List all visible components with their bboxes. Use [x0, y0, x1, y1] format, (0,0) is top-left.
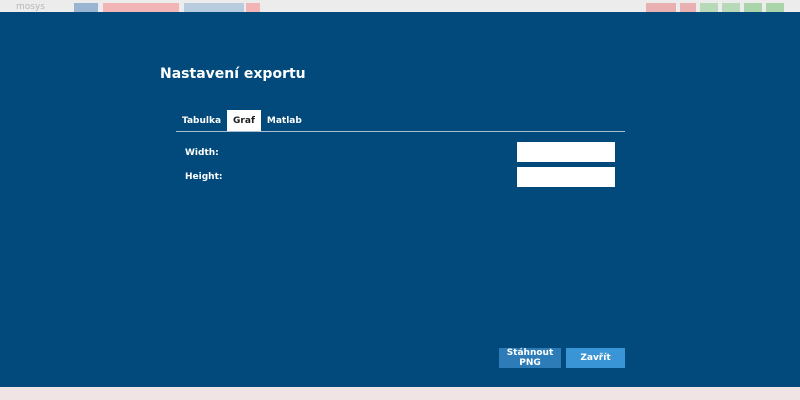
background-button [246, 3, 260, 12]
background-logo: mosys [16, 2, 45, 12]
height-input[interactable] [517, 167, 615, 187]
background-icon [766, 3, 784, 12]
background-toolbar: mosys [0, 0, 800, 12]
export-tabs: Tabulka Graf Matlab [176, 110, 625, 132]
tab-matlab[interactable]: Matlab [261, 110, 308, 131]
background-icon [722, 3, 740, 12]
width-input[interactable] [517, 142, 615, 162]
background-button [74, 3, 98, 12]
background-footer [0, 387, 800, 400]
width-label: Width: [185, 148, 219, 158]
background-icon [700, 3, 718, 12]
background-button [184, 3, 244, 12]
background-icon [680, 3, 696, 12]
download-png-button[interactable]: Stáhnout PNG [499, 348, 561, 368]
dialog-title: Nastavení exportu [160, 66, 306, 82]
height-label: Height: [185, 172, 223, 182]
background-icon [744, 3, 762, 12]
background-button [103, 3, 179, 12]
background-icon [646, 3, 676, 12]
tab-table[interactable]: Tabulka [176, 110, 227, 131]
close-button[interactable]: Zavřít [566, 348, 625, 368]
tab-chart[interactable]: Graf [227, 110, 261, 131]
export-settings-dialog: Nastavení exportu Tabulka Graf Matlab Wi… [0, 12, 800, 387]
